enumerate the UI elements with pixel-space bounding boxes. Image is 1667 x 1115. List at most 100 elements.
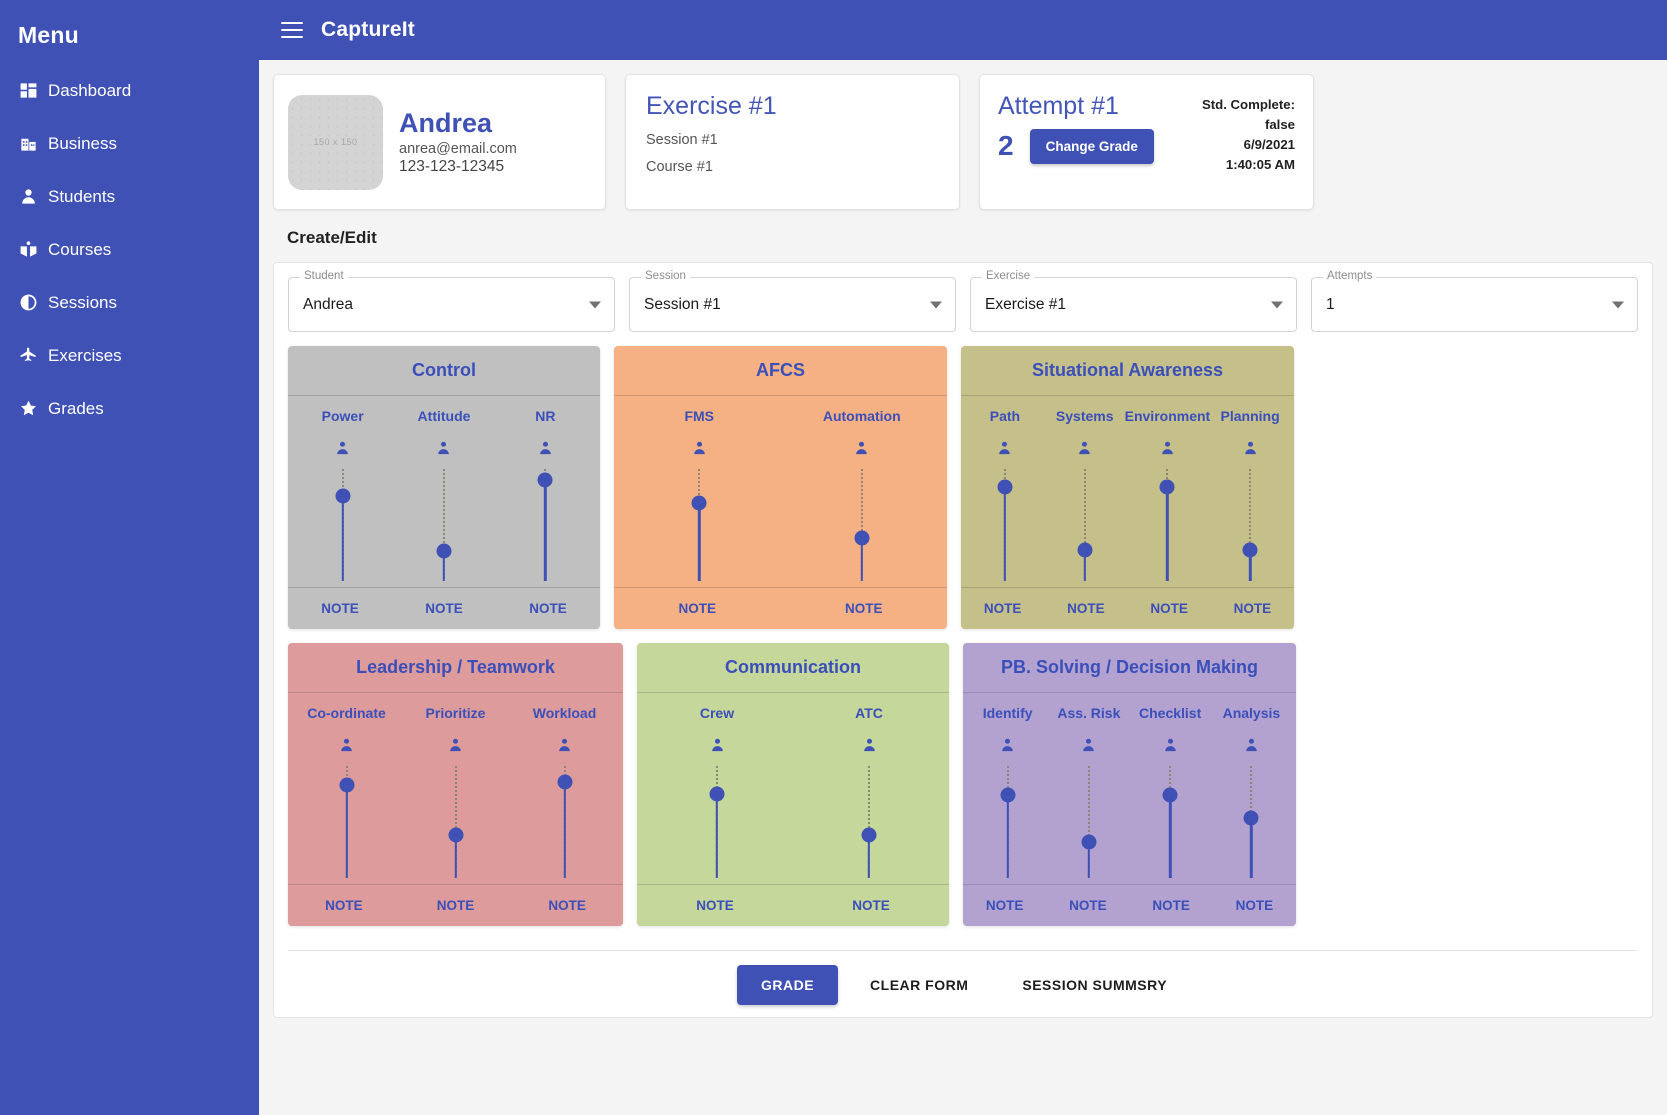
slider-thumb[interactable]: [709, 786, 725, 802]
change-grade-button[interactable]: Change Grade: [1029, 128, 1154, 164]
note-button[interactable]: NOTE: [963, 885, 1046, 926]
note-button[interactable]: NOTE: [1213, 885, 1296, 926]
slider-planning[interactable]: [1237, 469, 1263, 581]
exercise-select[interactable]: Exercise Exercise #1: [970, 270, 1297, 332]
category-notes: NOTE NOTE NOTE: [288, 587, 600, 629]
session-select[interactable]: Session Session #1: [629, 270, 956, 332]
note-button[interactable]: NOTE: [961, 588, 1044, 629]
note-button[interactable]: NOTE: [1046, 885, 1129, 926]
session-summary-button[interactable]: SESSION SUMMSRY: [1000, 965, 1189, 1005]
note-button[interactable]: NOTE: [392, 588, 496, 629]
session-select-label: Session: [641, 270, 690, 282]
note-button[interactable]: NOTE: [614, 588, 781, 629]
slider-fill: [715, 794, 719, 878]
slider-thumb[interactable]: [436, 543, 452, 559]
slider-fill: [544, 480, 547, 581]
slider-checklist[interactable]: [1157, 766, 1183, 878]
star-icon: [18, 398, 39, 419]
note-button[interactable]: NOTE: [1211, 588, 1294, 629]
attempts-select[interactable]: Attempts 1: [1311, 270, 1638, 332]
slider-thumb[interactable]: [335, 488, 351, 504]
slider-atc[interactable]: [856, 766, 882, 878]
chevron-down-icon[interactable]: [589, 301, 601, 308]
slider-thumb[interactable]: [1077, 542, 1093, 558]
slider-thumb[interactable]: [997, 479, 1013, 495]
slider-fms[interactable]: [686, 469, 712, 581]
slider-column: Power: [292, 408, 393, 581]
sidebar-item-grades[interactable]: Grades: [0, 389, 259, 428]
student-select-label: Student: [300, 270, 348, 282]
slider-automation[interactable]: [849, 469, 875, 581]
student-select[interactable]: Student Andrea: [288, 270, 615, 332]
slider-co-ordinate[interactable]: [334, 766, 360, 878]
note-button[interactable]: NOTE: [1128, 588, 1211, 629]
note-button[interactable]: NOTE: [496, 588, 600, 629]
slider-label: Power: [321, 408, 364, 424]
chevron-down-icon[interactable]: [930, 301, 942, 308]
sidebar-item-sessions[interactable]: Sessions: [0, 283, 259, 322]
slider-nr[interactable]: [532, 469, 558, 581]
category-sliders: Identify Ass. Risk Checklist Analysis: [963, 693, 1296, 884]
slider-thumb[interactable]: [448, 827, 463, 843]
slider-thumb[interactable]: [537, 472, 553, 488]
slider-ass-risk[interactable]: [1076, 766, 1102, 878]
grade-button[interactable]: GRADE: [736, 965, 839, 1005]
slider-workload[interactable]: [552, 766, 578, 878]
slider-thumb[interactable]: [557, 774, 572, 790]
slider-thumb[interactable]: [339, 777, 354, 793]
clear-form-button[interactable]: CLEAR FORM: [848, 965, 990, 1005]
slider-thumb[interactable]: [1242, 542, 1258, 558]
slider-thumb[interactable]: [1162, 787, 1178, 803]
category-title: Control: [288, 346, 600, 396]
attempt-card: Attempt #1 2 Change Grade Std. Complete:…: [979, 74, 1314, 210]
slider-crew[interactable]: [704, 766, 730, 878]
attempt-grade-value: 2: [998, 130, 1014, 161]
slider-thumb[interactable]: [1159, 479, 1175, 495]
sidebar-item-label: Courses: [48, 240, 112, 259]
note-button[interactable]: NOTE: [1044, 588, 1127, 629]
slider-systems[interactable]: [1072, 469, 1098, 581]
note-button[interactable]: NOTE: [1130, 885, 1213, 926]
hamburger-icon[interactable]: [281, 22, 303, 38]
note-button[interactable]: NOTE: [288, 588, 392, 629]
sidebar-item-students[interactable]: Students: [0, 177, 259, 216]
slider-thumb[interactable]: [1000, 787, 1016, 803]
slider-label: Crew: [699, 705, 735, 721]
note-button[interactable]: NOTE: [288, 885, 400, 926]
slider-power[interactable]: [330, 469, 356, 581]
chevron-down-icon[interactable]: [1612, 301, 1624, 308]
note-button[interactable]: NOTE: [511, 885, 623, 926]
exercise-session: Session #1: [646, 131, 718, 148]
sidebar-item-exercises[interactable]: Exercises: [0, 336, 259, 375]
slider-label: Analysis: [1222, 705, 1281, 721]
slider-identify[interactable]: [995, 766, 1021, 878]
note-button[interactable]: NOTE: [637, 885, 793, 926]
slider-path[interactable]: [992, 469, 1018, 581]
sidebar-item-business[interactable]: Business: [0, 124, 259, 163]
slider-thumb[interactable]: [691, 495, 707, 511]
category-notes: NOTE NOTE NOTE: [288, 884, 623, 926]
slider-fill: [345, 785, 348, 878]
sidebar-item-label: Dashboard: [48, 81, 132, 100]
category-card: Control Power Attitude NR NOTE NOTE NOTE: [288, 346, 600, 629]
avatar-placeholder-text: 150 x 150: [313, 137, 358, 147]
note-button[interactable]: NOTE: [400, 885, 512, 926]
note-button[interactable]: NOTE: [793, 885, 949, 926]
slider-prioritize[interactable]: [443, 766, 469, 878]
sidebar-item-dashboard[interactable]: Dashboard: [0, 71, 259, 110]
slider-thumb[interactable]: [854, 530, 870, 546]
slider-analysis[interactable]: [1238, 766, 1264, 878]
business-icon: [18, 133, 39, 154]
person-icon: [1159, 440, 1176, 457]
std-complete-value: false: [1264, 117, 1295, 133]
slider-thumb[interactable]: [1081, 834, 1097, 850]
slider-label: Attitude: [417, 408, 471, 424]
slider-thumb[interactable]: [1243, 810, 1259, 826]
slider-thumb[interactable]: [861, 827, 877, 843]
category-sliders: FMS Automation: [614, 396, 947, 587]
slider-environment[interactable]: [1154, 469, 1180, 581]
slider-attitude[interactable]: [431, 469, 457, 581]
note-button[interactable]: NOTE: [781, 588, 948, 629]
chevron-down-icon[interactable]: [1271, 301, 1283, 308]
sidebar-item-courses[interactable]: Courses: [0, 230, 259, 269]
